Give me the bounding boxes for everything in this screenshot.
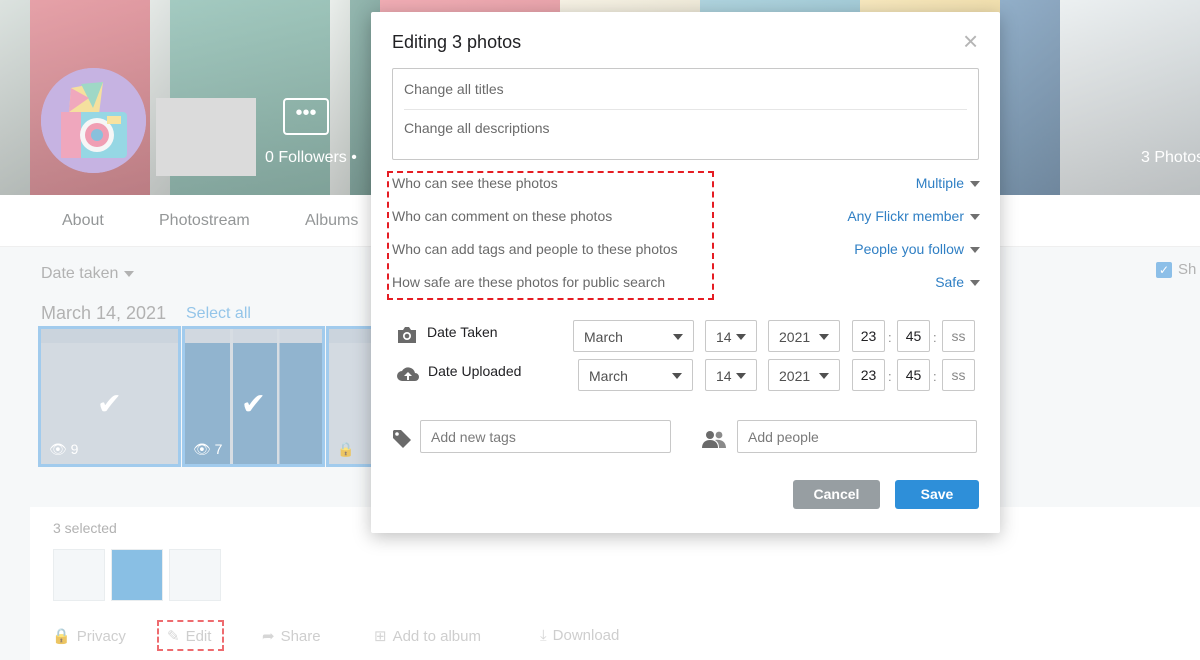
select-value: 14 <box>716 368 732 384</box>
dropdown-value: People you follow <box>854 241 964 257</box>
date-uploaded-label: Date Uploaded <box>428 363 522 379</box>
dropdown-value: Safe <box>935 274 964 290</box>
select-value: 2021 <box>779 368 811 384</box>
date-taken-row: Date Taken March 14 2021 23 : 45 : ss <box>396 320 986 354</box>
dropdown-value: Any Flickr member <box>847 208 964 224</box>
uploaded-month-select[interactable]: March <box>578 359 693 391</box>
divider <box>404 109 967 110</box>
taken-second-field[interactable]: ss <box>942 320 975 352</box>
camera-icon <box>398 327 416 343</box>
select-value: 14 <box>716 329 732 345</box>
uploaded-second-field[interactable]: ss <box>942 359 975 391</box>
taken-hour-field[interactable]: 23 <box>852 320 885 352</box>
people-icon <box>702 431 726 448</box>
select-value: March <box>584 329 623 345</box>
uploaded-day-select[interactable]: 14 <box>705 359 757 391</box>
time-separator: : <box>888 369 892 384</box>
uploaded-minute-field[interactable]: 45 <box>897 359 930 391</box>
descriptions-input[interactable]: Change all descriptions <box>404 120 550 136</box>
chevron-down-icon <box>819 334 829 340</box>
chevron-down-icon <box>673 334 683 340</box>
title-description-box: Change all titles Change all description… <box>392 68 979 160</box>
time-separator: : <box>888 330 892 345</box>
cloud-upload-icon <box>397 367 419 381</box>
dialog-title: Editing 3 photos <box>392 32 522 52</box>
taken-day-select[interactable]: 14 <box>705 320 757 352</box>
chevron-down-icon <box>736 373 746 379</box>
chevron-down-icon <box>970 280 980 287</box>
select-value: 2021 <box>779 329 811 345</box>
edit-photos-dialog: Editing 3 photos × Change all titles Cha… <box>371 12 1000 533</box>
taken-year-select[interactable]: 2021 <box>768 320 840 352</box>
chevron-down-icon <box>736 334 746 340</box>
chevron-down-icon <box>819 373 829 379</box>
tag-icon <box>393 430 411 448</box>
permissions-highlight-annotation <box>387 171 714 300</box>
chevron-down-icon <box>970 247 980 254</box>
time-separator: : <box>933 330 937 345</box>
taken-month-select[interactable]: March <box>573 320 694 352</box>
people-input[interactable]: Add people <box>737 420 977 453</box>
chevron-down-icon <box>672 373 682 379</box>
safety-level-dropdown[interactable]: Safe <box>935 274 980 290</box>
close-icon[interactable]: × <box>963 28 978 54</box>
comment-permission-dropdown[interactable]: Any Flickr member <box>847 208 980 224</box>
date-taken-label: Date Taken <box>427 324 498 340</box>
uploaded-year-select[interactable]: 2021 <box>768 359 840 391</box>
taken-minute-field[interactable]: 45 <box>897 320 930 352</box>
uploaded-hour-field[interactable]: 23 <box>852 359 885 391</box>
chevron-down-icon <box>970 214 980 221</box>
date-uploaded-row: Date Uploaded March 14 2021 23 : 45 : ss <box>396 359 986 393</box>
visibility-dropdown[interactable]: Multiple <box>916 175 980 191</box>
chevron-down-icon <box>970 181 980 188</box>
cancel-button[interactable]: Cancel <box>793 480 880 509</box>
time-separator: : <box>933 369 937 384</box>
select-value: March <box>589 368 628 384</box>
dropdown-value: Multiple <box>915 175 964 191</box>
save-button[interactable]: Save <box>895 480 979 509</box>
titles-input[interactable]: Change all titles <box>404 81 504 97</box>
tags-input[interactable]: Add new tags <box>420 420 671 453</box>
tag-permission-dropdown[interactable]: People you follow <box>854 241 980 257</box>
